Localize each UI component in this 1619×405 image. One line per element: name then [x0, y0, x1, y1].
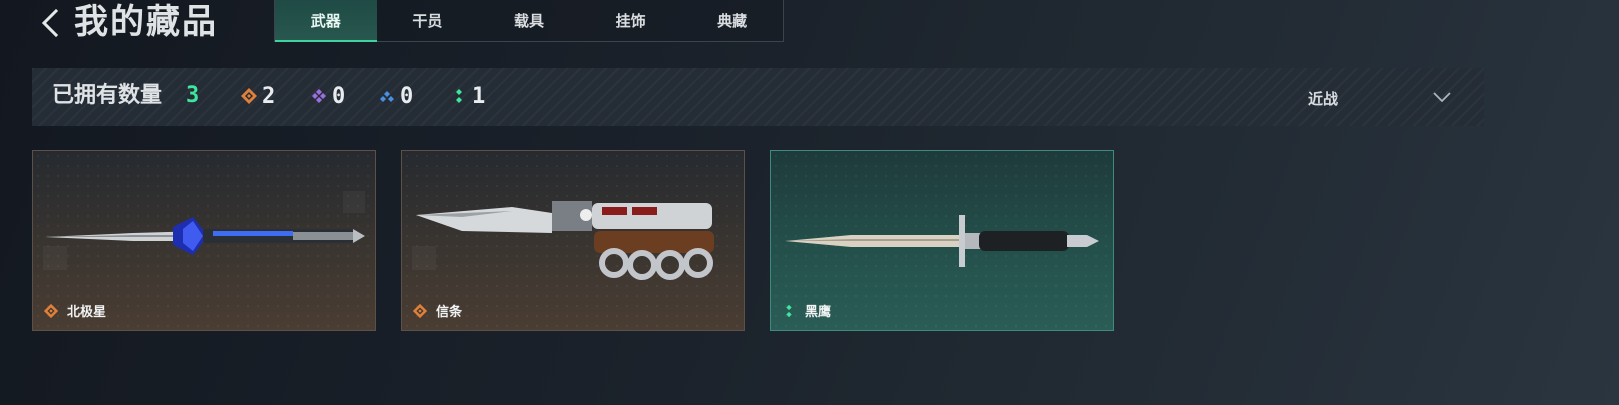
- orange-diamond-icon: [412, 303, 428, 318]
- green-count: 1: [472, 83, 486, 109]
- weapon-image-creed: [412, 201, 714, 280]
- weapon-card[interactable]: 北极星: [32, 150, 376, 331]
- weapon-type-dropdown[interactable]: 近战: [1284, 68, 1484, 126]
- purple-count: 0: [332, 83, 346, 109]
- category-tabs: 武器 干员 载具 挂饰 典藏: [274, 0, 784, 42]
- orange-count: 2: [262, 83, 276, 109]
- card-name-row: 黑鹰: [781, 301, 831, 320]
- chevron-down-icon: [1433, 92, 1451, 103]
- tab-operators[interactable]: 干员: [377, 0, 479, 41]
- tab-vehicles[interactable]: 载具: [478, 0, 580, 41]
- rarity-count-blue: 0: [378, 81, 413, 111]
- weapon-image-polaris: [43, 191, 365, 270]
- orange-diamond-icon: [43, 303, 59, 318]
- orange-diamond-icon: [241, 88, 257, 104]
- blue-count: 0: [400, 83, 414, 109]
- weapon-name: 信条: [436, 305, 463, 320]
- rarity-count-orange: 2: [240, 81, 275, 111]
- rarity-count-purple: 0: [310, 81, 345, 111]
- green-diamond-icon: [456, 89, 462, 103]
- page-title: 我的藏品: [74, 2, 218, 42]
- weapon-name: 北极星: [67, 305, 107, 320]
- green-diamond-icon: [786, 304, 792, 317]
- owned-count: 3: [186, 83, 200, 108]
- dropdown-selected-label: 近战: [1308, 90, 1339, 108]
- owned-label: 已拥有数量: [52, 83, 163, 108]
- weapon-card[interactable]: 黑鹰: [770, 150, 1114, 331]
- card-name-row: 信条: [412, 301, 462, 320]
- chevron-left-icon: [41, 8, 59, 38]
- tab-collection[interactable]: 典藏: [681, 0, 783, 41]
- rarity-count-green: 1: [450, 81, 485, 111]
- blue-diamond-icon: [380, 91, 394, 102]
- card-name-row: 北极星: [43, 301, 106, 320]
- weapon-card[interactable]: 信条: [401, 150, 745, 331]
- stats-bar: 已拥有数量 3 2 0 0 1 近战: [32, 68, 1484, 126]
- tab-weapons[interactable]: 武器: [275, 0, 377, 42]
- weapon-name: 黑鹰: [805, 305, 832, 320]
- weapon-image-blackhawk: [785, 215, 1099, 267]
- purple-diamond-icon: [312, 89, 326, 103]
- back-button[interactable]: [38, 6, 64, 40]
- tab-charms[interactable]: 挂饰: [580, 0, 682, 41]
